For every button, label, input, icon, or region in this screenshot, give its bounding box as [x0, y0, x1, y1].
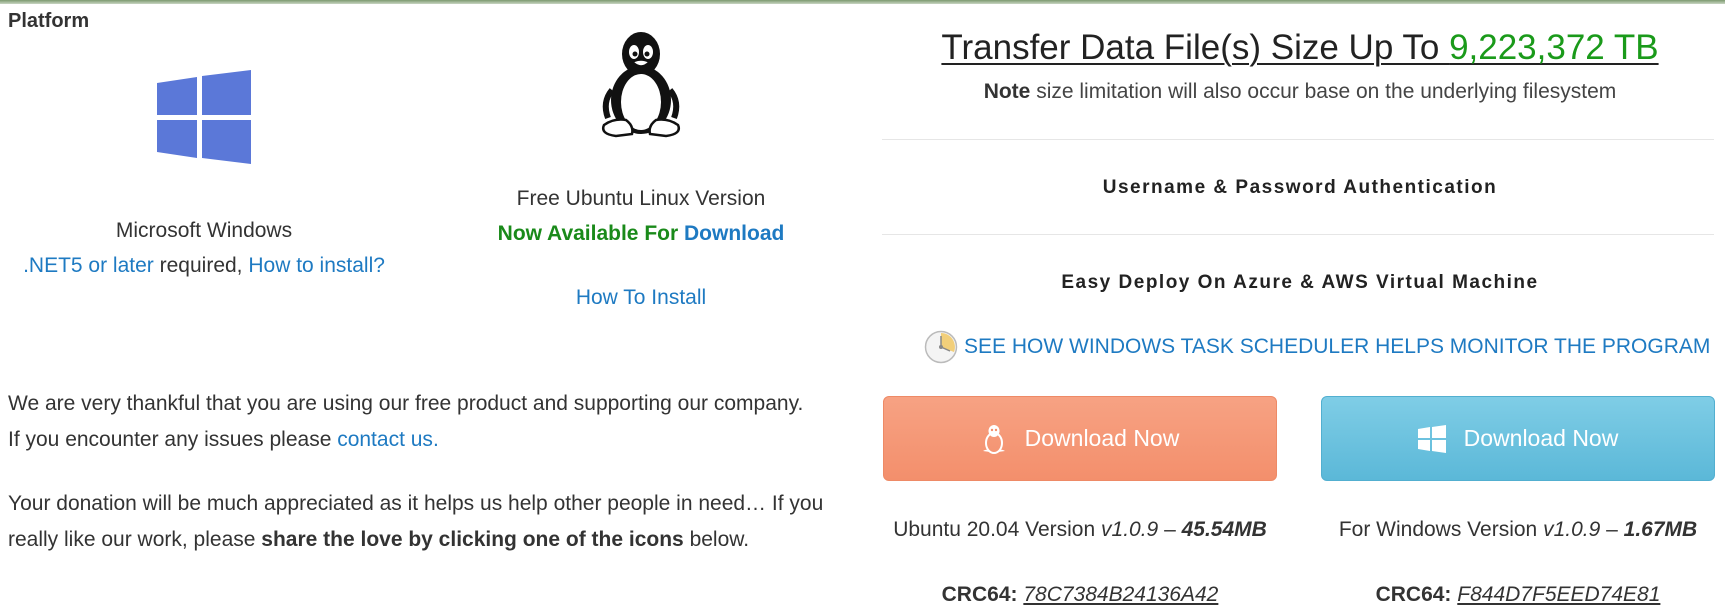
linux-download-label: Download Now — [1024, 425, 1180, 451]
tux-icon — [982, 424, 1005, 454]
donation-paragraph: Your donation will be much appreciated a… — [8, 486, 848, 558]
linux-version-info: Ubuntu 20.04 Version v1.0.9 – 45.54MB — [860, 518, 1300, 542]
linux-crc-value: 78C7384B24136A42 — [1023, 583, 1219, 606]
thanks-line-2: If you encounter any issues please conta… — [8, 422, 848, 458]
linux-file-size: 45.54MB — [1181, 518, 1267, 541]
top-accent-strip — [0, 0, 1725, 4]
feature-deploy: Easy Deploy On Azure & AWS Virtual Machi… — [1061, 272, 1539, 293]
windows-crc-value: F844D7F5EED74E81 — [1457, 583, 1661, 606]
windows-file-size: 1.67MB — [1623, 518, 1698, 541]
tux-penguin-icon — [602, 32, 680, 138]
contact-period: . — [432, 428, 439, 451]
windows-how-to-install-link[interactable]: How to install? — [248, 254, 385, 277]
windows-download-label: Download Now — [1463, 425, 1619, 451]
linux-version-dash: – — [1158, 518, 1182, 541]
divider — [882, 234, 1714, 235]
windows-platform-title: Microsoft Windows — [115, 219, 293, 242]
ubuntu-download-link[interactable]: Download — [684, 222, 784, 245]
ubuntu-version-title: Free Ubuntu Linux Version — [516, 187, 766, 210]
ubuntu-availability: Now Available For Download — [441, 222, 841, 246]
transfer-title-prefix: Transfer Data File(s) Size Up To — [941, 28, 1450, 67]
transfer-size-value: 9,223,372 TB — [1449, 28, 1659, 67]
linux-version-prefix: Ubuntu 20.04 Version — [893, 518, 1102, 541]
windows-crc-label: CRC64: — [1375, 583, 1452, 606]
linux-crc: CRC64: 78C7384B24136A42 — [860, 583, 1300, 607]
thanks-line-1: We are very thankful that you are using … — [8, 392, 804, 415]
linux-version-number: v1.0.9 — [1101, 518, 1159, 541]
net5-link[interactable]: .NET5 or later — [23, 254, 154, 277]
contact-us-link[interactable]: contact us — [337, 428, 433, 451]
windows-requirement-text: required, — [153, 254, 249, 277]
linux-crc-label: CRC64: — [941, 583, 1018, 606]
windows-icon — [1417, 424, 1446, 453]
windows-logo-icon — [157, 70, 251, 164]
task-scheduler-text: SEE HOW WINDOWS TASK SCHEDULER HELPS MON… — [964, 335, 1711, 358]
divider — [882, 139, 1714, 140]
transfer-size-title: Transfer Data File(s) Size Up To 9,223,3… — [880, 28, 1720, 68]
note-text: size limitation will also occur base on … — [1030, 80, 1617, 103]
availability-text: Now Available For — [497, 222, 684, 245]
note-label: Note — [983, 80, 1031, 103]
task-scheduler-link[interactable]: SEE HOW WINDOWS TASK SCHEDULER HELPS MON… — [924, 330, 1710, 364]
windows-version-prefix: For Windows Version — [1338, 518, 1544, 541]
ubuntu-how-to-install-wrapper: How To Install — [441, 286, 841, 310]
donation-bold-text: share the love by clicking one of the ic… — [261, 528, 684, 551]
thanks-line-2-text: If you encounter any issues please — [8, 428, 338, 451]
thanks-paragraph: We are very thankful that you are using … — [8, 386, 848, 458]
feature-authentication: Username & Password Authentication — [1102, 177, 1498, 198]
windows-version-dash: – — [1600, 518, 1624, 541]
windows-version-number: v1.0.9 — [1543, 518, 1601, 541]
windows-download-button[interactable]: Download Now — [1321, 396, 1715, 481]
platform-heading: Platform — [8, 10, 90, 32]
ubuntu-how-to-install-link[interactable]: How To Install — [576, 286, 706, 309]
windows-requirement: .NET5 or later required, How to install? — [0, 254, 408, 278]
donation-suffix: below. — [683, 528, 750, 551]
size-note: Note size limitation will also occur bas… — [880, 80, 1720, 104]
linux-download-button[interactable]: Download Now — [883, 396, 1277, 481]
clock-icon — [924, 330, 958, 364]
windows-crc: CRC64: F844D7F5EED74E81 — [1298, 583, 1725, 607]
windows-version-info: For Windows Version v1.0.9 – 1.67MB — [1298, 518, 1725, 542]
